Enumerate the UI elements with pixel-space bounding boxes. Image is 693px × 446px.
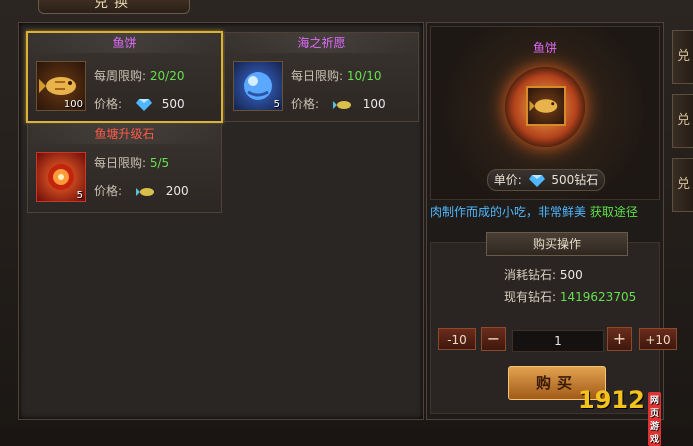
price-label: 价格: xyxy=(94,184,123,198)
quantity-input[interactable]: 1 xyxy=(512,330,604,352)
description-text: 肉制作而成的小吃，非常鲜美 xyxy=(430,205,587,219)
item-count: 5 xyxy=(76,190,83,201)
fish-icon xyxy=(332,100,351,109)
price-label: 价格: xyxy=(94,97,123,111)
limit-current: 5 xyxy=(149,156,158,170)
upgrade-stone-icon: 5 xyxy=(36,152,86,202)
site-watermark-logo: 1912 网页游戏 xyxy=(578,386,662,446)
price-row: 价格: 100 xyxy=(291,95,386,112)
minus-button[interactable]: − xyxy=(481,327,506,351)
cost-label: 消耗钻石: xyxy=(504,268,557,282)
limit-label: 每周限购: xyxy=(94,69,147,83)
side-tabs: 兑 兑 兑 xyxy=(672,30,693,240)
limit-total: /20 xyxy=(165,69,185,83)
fish-cake-icon: 100 xyxy=(36,61,86,111)
limit-label: 每日限购: xyxy=(94,156,147,170)
price-row: 价格: 500 xyxy=(94,95,185,112)
price-value: 200 xyxy=(165,184,189,198)
owned-value: 1419623705 xyxy=(559,290,637,304)
plus-button[interactable]: + xyxy=(607,327,632,351)
limit-row: 每日限购: 5/5 xyxy=(94,154,169,171)
limit-total: /10 xyxy=(362,69,382,83)
window-title: 兑换 xyxy=(38,0,190,14)
watermark-brand: 1912 xyxy=(578,386,645,414)
exchange-window: 兑换 鱼饼 100 每周限购: 20/20 价格: 500 海之祈愿 5 每日限… xyxy=(0,0,693,446)
item-count: 100 xyxy=(63,99,83,110)
item-name: 鱼饼 xyxy=(28,33,221,53)
owned-label: 现有钻石: xyxy=(504,290,557,304)
price-value: 500 xyxy=(161,97,185,111)
owned-row: 现有钻石: 1419623705 xyxy=(504,288,636,305)
minus-10-button[interactable]: -10 xyxy=(438,328,476,350)
preview-item-name: 鱼饼 xyxy=(532,41,557,55)
watermark-sub: 网页游戏 xyxy=(648,392,662,446)
price-label: 价格: xyxy=(291,97,320,111)
limit-label: 每日限购: xyxy=(291,69,344,83)
item-name: 海之祈愿 xyxy=(225,33,418,53)
unit-price-label: 单价: xyxy=(493,173,522,187)
cost-value: 500 xyxy=(559,268,583,282)
item-list-panel: 鱼饼 100 每周限购: 20/20 价格: 500 海之祈愿 5 每日限购: … xyxy=(18,22,424,420)
fish-icon xyxy=(135,187,154,196)
plus-10-button[interactable]: +10 xyxy=(639,328,677,350)
price-row: 价格: 200 xyxy=(94,182,189,199)
limit-row: 每周限购: 20/20 xyxy=(94,67,184,84)
purchase-title: 购买操作 xyxy=(486,232,628,256)
side-tab[interactable]: 兑 xyxy=(672,30,693,84)
diamond-icon xyxy=(528,174,545,187)
diamond-icon xyxy=(135,98,152,111)
item-card-fish-cake[interactable]: 鱼饼 100 每周限购: 20/20 价格: 500 xyxy=(26,31,223,123)
item-preview: 鱼饼 单价: 500钻石 xyxy=(430,26,660,200)
limit-current: 20 xyxy=(149,69,166,83)
obtain-source-link[interactable]: 获取途径 xyxy=(590,205,638,219)
limit-row: 每日限购: 10/10 xyxy=(291,67,381,84)
cost-row: 消耗钻石: 500 xyxy=(504,266,583,283)
item-description: 肉制作而成的小吃，非常鲜美 获取途径 xyxy=(430,203,670,220)
item-count: 5 xyxy=(273,99,280,110)
item-name: 鱼塘升级石 xyxy=(28,124,221,144)
item-card-sea-wish[interactable]: 海之祈愿 5 每日限购: 10/10 价格: 100 xyxy=(224,32,419,122)
limit-current: 10 xyxy=(346,69,363,83)
limit-total: /5 xyxy=(157,156,170,170)
price-value: 100 xyxy=(362,97,386,111)
sea-wish-orb-icon: 5 xyxy=(233,61,283,111)
unit-price: 单价: 500钻石 xyxy=(487,169,605,191)
fish-cake-icon xyxy=(526,86,566,126)
side-tab[interactable]: 兑 xyxy=(672,94,693,148)
side-tab[interactable]: 兑 xyxy=(672,158,693,212)
item-card-pond-upgrade-stone[interactable]: 鱼塘升级石 5 每日限购: 5/5 价格: 200 xyxy=(27,123,222,213)
unit-price-value: 500钻石 xyxy=(551,173,599,187)
